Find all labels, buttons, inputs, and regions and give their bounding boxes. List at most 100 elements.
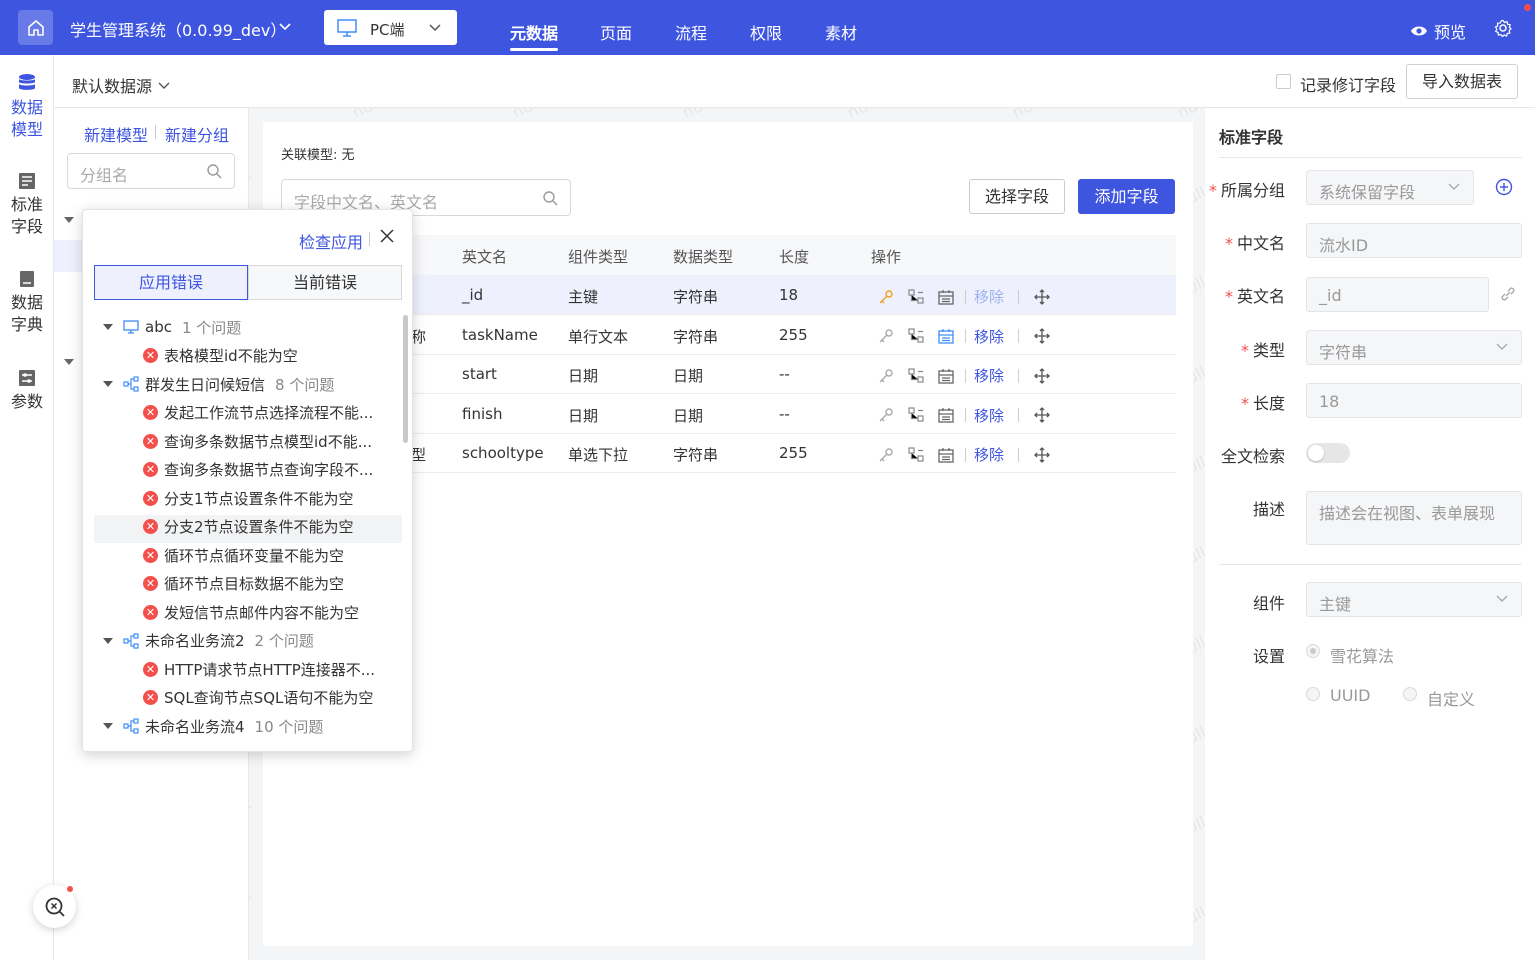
group-search-input[interactable]: 分组名: [67, 153, 235, 189]
close-icon[interactable]: [379, 228, 395, 244]
set-primary-key-button[interactable]: [871, 447, 901, 463]
link-icon[interactable]: [1499, 285, 1517, 303]
date-setting-button[interactable]: [931, 289, 961, 305]
error-item[interactable]: ✕ SQL查询节点SQL语句不能为空: [143, 684, 373, 712]
home-button[interactable]: [18, 10, 53, 45]
nav-data-model[interactable]: 数据 模型: [0, 65, 54, 151]
error-item[interactable]: ✕ 表格模型id不能为空: [143, 342, 298, 370]
error-item[interactable]: ✕ 循环节点循环变量不能为空: [143, 541, 344, 569]
relation-button[interactable]: [901, 367, 931, 384]
component-select[interactable]: 主键: [1306, 582, 1522, 617]
tab-metadata[interactable]: 元数据: [510, 20, 559, 51]
expand-triangle-icon[interactable]: [103, 381, 113, 387]
check-app-link[interactable]: 检查应用: [299, 229, 363, 253]
table-row[interactable]: 称 taskName 单行文本 字符串 255 移除: [281, 315, 1176, 355]
date-setting-button[interactable]: [931, 368, 961, 384]
inspect-app-button[interactable]: [33, 885, 76, 928]
en-name-input[interactable]: _id: [1306, 277, 1489, 312]
nav-data-dictionary[interactable]: 数据 字典: [0, 270, 54, 336]
set-primary-key-button[interactable]: [871, 328, 901, 344]
expand-triangle-icon[interactable]: [64, 217, 74, 223]
record-revision-label[interactable]: 记录修订字段: [1300, 72, 1396, 96]
error-item[interactable]: ✕ 循环节点目标数据不能为空: [143, 570, 344, 598]
error-item[interactable]: ✕ 查询多条数据节点模型id不能...: [143, 427, 372, 455]
scrollbar-thumb[interactable]: [403, 315, 408, 443]
nav-label: 字典: [10, 315, 43, 334]
relation-button[interactable]: [901, 407, 931, 423]
radio-custom[interactable]: [1403, 687, 1417, 701]
table-row[interactable]: 型 schooltype 单选下拉 字符串 255 移除: [281, 433, 1176, 473]
date-setting-button[interactable]: [931, 447, 961, 463]
tab-assets[interactable]: 素材: [825, 20, 857, 44]
date-setting-button[interactable]: [931, 328, 961, 344]
error-group[interactable]: 群发生日问候短信 8 个问题: [103, 370, 334, 398]
drag-handle[interactable]: [1027, 288, 1057, 305]
table-row[interactable]: finish 日期 日期 -- 移除: [281, 394, 1176, 434]
new-model-link[interactable]: 新建模型: [84, 122, 148, 146]
error-group[interactable]: 未命名业务流2 2 个问题: [103, 627, 314, 655]
group-name: 未命名业务流2: [145, 632, 245, 650]
set-primary-key-button[interactable]: [871, 407, 901, 423]
device-select[interactable]: PC端: [324, 10, 457, 45]
tab-app-errors[interactable]: 应用错误: [94, 265, 248, 300]
gear-icon[interactable]: [1494, 19, 1512, 37]
error-item[interactable]: ✕ 发短信节点邮件内容不能为空: [143, 598, 359, 626]
divider: [1018, 408, 1020, 422]
remove-button[interactable]: 移除: [974, 365, 1004, 386]
error-item[interactable]: ✕ 分支2节点设置条件不能为空: [143, 513, 354, 541]
error-group[interactable]: 未命名业务流4 10 个问题: [103, 712, 323, 740]
type-select[interactable]: 字符串: [1306, 330, 1522, 365]
table-row[interactable]: _id 主键 字符串 18 移除: [281, 275, 1176, 315]
chevron-down-icon[interactable]: [278, 20, 292, 34]
group-select[interactable]: 系统保留字段: [1306, 170, 1474, 205]
radio-snowflake[interactable]: [1306, 644, 1320, 658]
column-header: 长度: [779, 248, 810, 266]
tab-permission[interactable]: 权限: [750, 20, 782, 44]
set-primary-key-button[interactable]: [871, 289, 901, 305]
new-group-link[interactable]: 新建分组: [165, 122, 229, 146]
add-field-button[interactable]: 添加字段: [1078, 179, 1175, 214]
drag-handle[interactable]: [1027, 446, 1057, 463]
datasource-select[interactable]: 默认数据源: [72, 73, 170, 97]
expand-triangle-icon[interactable]: [103, 637, 113, 644]
drag-handle[interactable]: [1027, 367, 1057, 384]
nav-params[interactable]: 参数: [0, 369, 54, 413]
cn-name-input[interactable]: 流水ID: [1306, 223, 1522, 258]
error-item[interactable]: ✕ 发起工作流节点选择流程不能...: [143, 399, 373, 427]
tab-pages[interactable]: 页面: [600, 20, 632, 44]
select-field-button[interactable]: 选择字段: [969, 179, 1065, 214]
length-input[interactable]: 18: [1306, 383, 1522, 418]
set-primary-key-button[interactable]: [871, 368, 901, 384]
error-item[interactable]: ✕ 分支1节点设置条件不能为空: [143, 484, 354, 512]
import-table-button[interactable]: 导入数据表: [1406, 64, 1518, 99]
error-item[interactable]: ✕ HTTP请求节点HTTP连接器不...: [143, 655, 375, 683]
group-name: abc: [145, 318, 172, 336]
remove-button[interactable]: 移除: [974, 286, 1004, 307]
app-title[interactable]: 学生管理系统（0.0.99_dev）: [70, 17, 286, 41]
relation-button[interactable]: [901, 446, 931, 463]
remove-button[interactable]: 移除: [974, 444, 1004, 465]
remove-button[interactable]: 移除: [974, 405, 1004, 426]
drag-handle[interactable]: [1027, 407, 1057, 423]
tab-current-errors[interactable]: 当前错误: [248, 265, 402, 300]
error-item[interactable]: ✕ 查询多条数据节点查询字段不...: [143, 456, 373, 484]
remove-button[interactable]: 移除: [974, 326, 1004, 347]
relation-button[interactable]: [901, 288, 931, 305]
drag-handle[interactable]: [1027, 328, 1057, 344]
add-circle-icon[interactable]: [1495, 178, 1513, 196]
date-setting-button[interactable]: [931, 407, 961, 423]
expand-triangle-icon[interactable]: [103, 324, 113, 330]
fulltext-toggle[interactable]: [1306, 443, 1350, 463]
associated-model: 关联模型: 无: [281, 148, 355, 163]
desc-textarea[interactable]: 描述会在视图、表单展现: [1306, 491, 1522, 545]
table-row[interactable]: start 日期 日期 -- 移除: [281, 354, 1176, 394]
record-revision-checkbox[interactable]: [1276, 74, 1291, 89]
expand-triangle-icon[interactable]: [64, 359, 74, 365]
relation-button[interactable]: [901, 328, 931, 344]
tab-flow[interactable]: 流程: [675, 20, 707, 44]
preview-button[interactable]: 预览: [1410, 19, 1466, 43]
error-group[interactable]: abc 1 个问题: [103, 313, 241, 341]
radio-uuid[interactable]: [1306, 687, 1320, 701]
nav-standard-field[interactable]: 标准 字段: [0, 172, 54, 238]
expand-triangle-icon[interactable]: [103, 723, 113, 729]
